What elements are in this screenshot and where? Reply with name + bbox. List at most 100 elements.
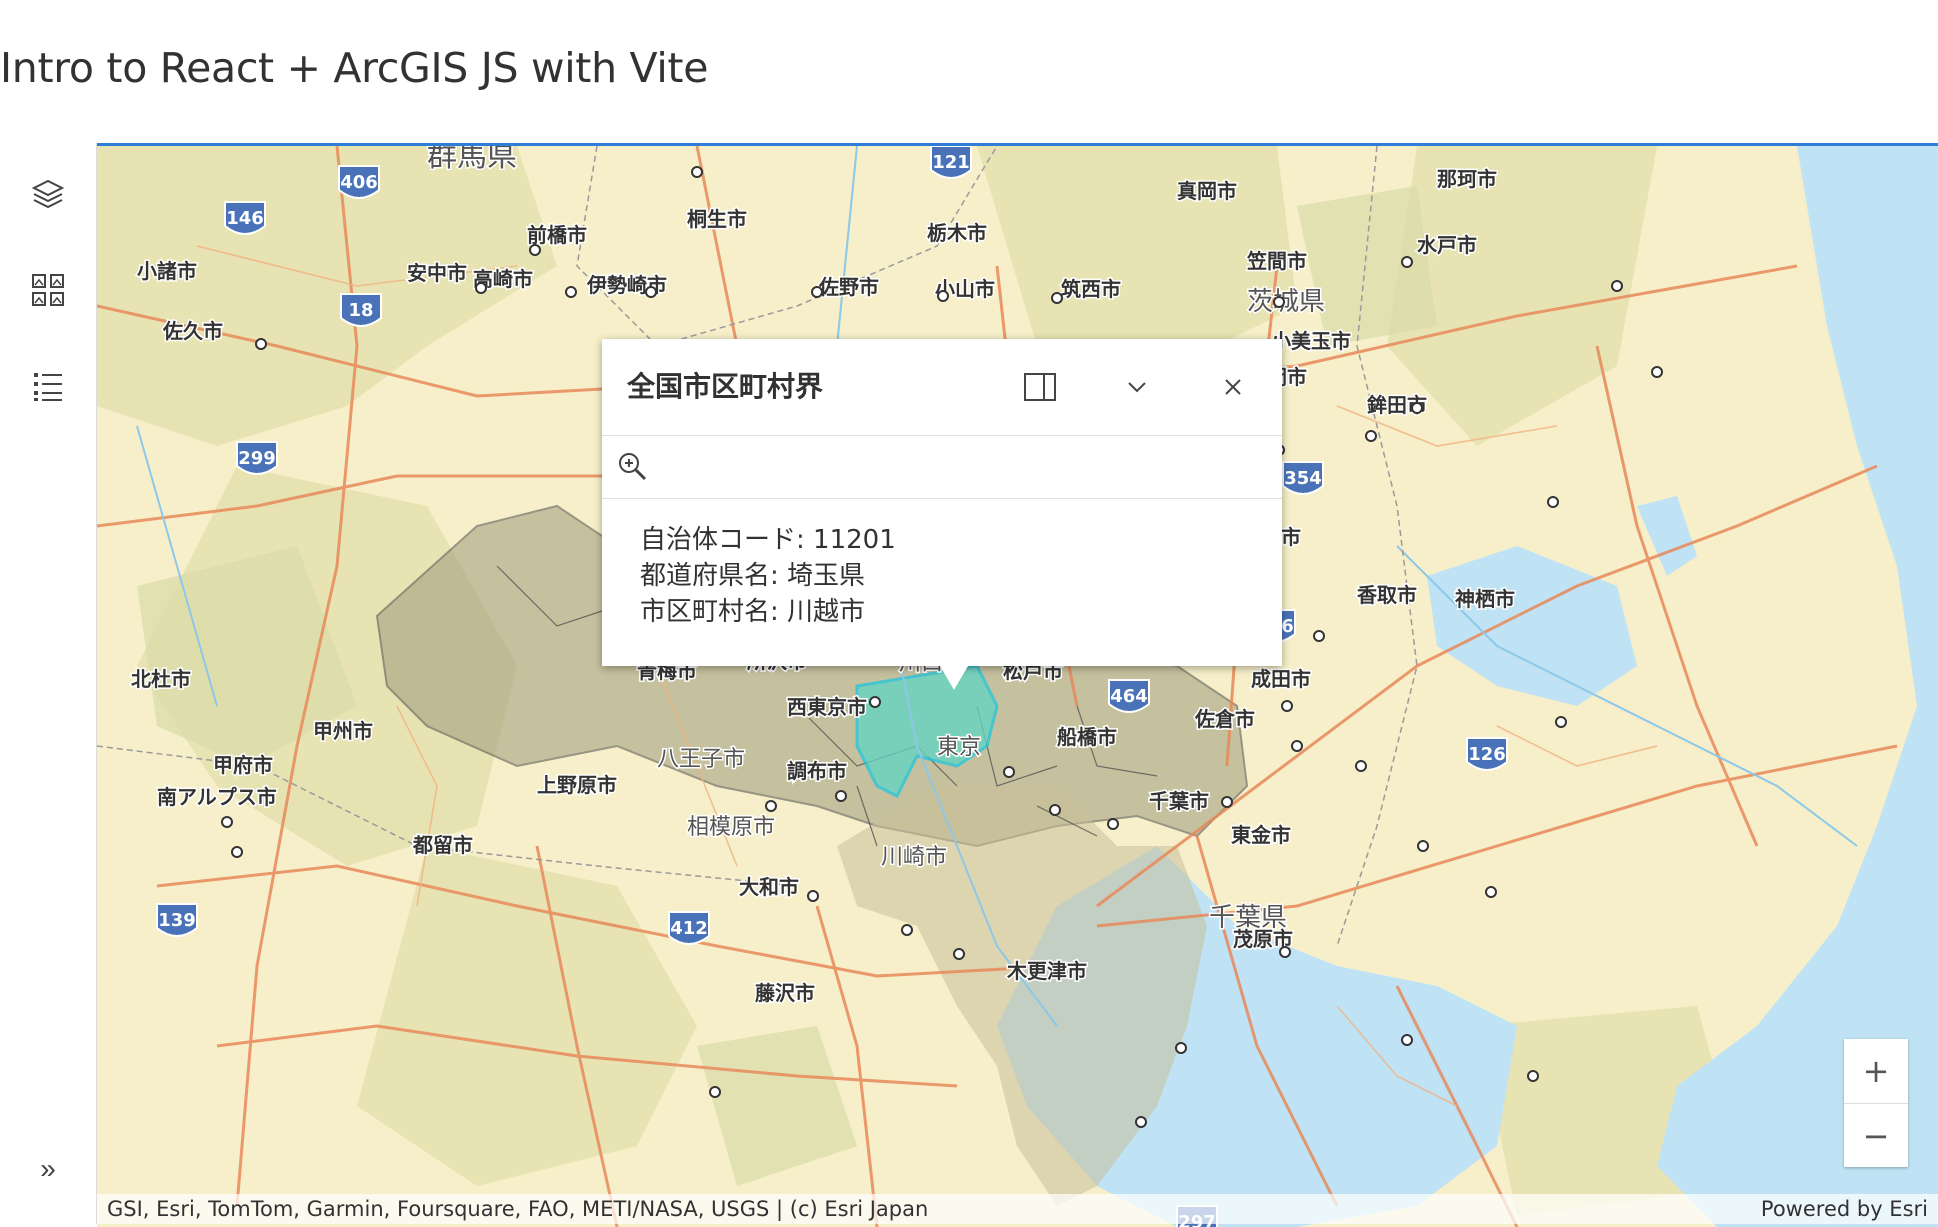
- city-marker: [1485, 886, 1497, 898]
- city-marker: [709, 1086, 721, 1098]
- collapse-button[interactable]: [1113, 363, 1161, 411]
- svg-text:299: 299: [238, 448, 276, 469]
- popup-title: 全国市区町村界: [627, 370, 824, 403]
- city-marker: [807, 890, 819, 902]
- place-label: 大和市: [739, 875, 799, 899]
- basemap[interactable]: 群馬県前橋市桐生市真岡市 那珂市栃木市 水戸市笠間市小諸市 安中市 高崎市 伊勢崎市 佐野市…: [97, 146, 1938, 1227]
- popup-field-municipality: 市区町村名: 川越市: [640, 597, 866, 627]
- popup-header: 全国市区町村界: [602, 339, 1282, 436]
- expand-button[interactable]: »: [20, 1141, 76, 1197]
- place-label: 群馬県: [427, 146, 517, 174]
- city-marker: [1221, 796, 1233, 808]
- city-marker: [1107, 818, 1119, 830]
- svg-text:146: 146: [226, 208, 264, 229]
- city-marker: [1135, 1116, 1147, 1128]
- route-shield: 406: [338, 165, 380, 199]
- city-marker: [901, 924, 913, 936]
- place-label: 小美玉市: [1271, 329, 1351, 353]
- svg-text:412: 412: [670, 918, 708, 939]
- place-label: 相模原市: [687, 815, 775, 840]
- zoom-control: + −: [1844, 1039, 1908, 1167]
- place-label: 水戸市: [1417, 233, 1477, 257]
- zoom-out-button[interactable]: −: [1844, 1104, 1908, 1168]
- attribution-bar: GSI, Esri, TomTom, Garmin, Foursquare, F…: [97, 1194, 1938, 1224]
- feature-popup: 全国市区町村界 自治体コード: 11201 都道府県名: 埼玉県 市区町村名: …: [602, 339, 1282, 690]
- place-label: 筑西市: [1061, 277, 1121, 301]
- city-marker: [565, 286, 577, 298]
- place-label: 都留市: [412, 833, 473, 857]
- place-label: 船橋市: [1057, 725, 1117, 749]
- zoom-in-button[interactable]: +: [1844, 1039, 1908, 1104]
- powered-by[interactable]: Powered by Esri: [1761, 1197, 1928, 1221]
- place-label: 香取市: [1357, 583, 1417, 607]
- place-label: 南アルプス市: [157, 785, 277, 809]
- city-marker: [1279, 946, 1291, 958]
- city-marker: [1611, 280, 1623, 292]
- basemap-gallery-button[interactable]: [20, 262, 76, 318]
- city-marker: [231, 846, 243, 858]
- route-shield: 18: [340, 293, 382, 327]
- city-marker: [691, 166, 703, 178]
- place-label: 真岡市: [1177, 179, 1237, 203]
- svg-text:121: 121: [932, 152, 970, 173]
- place-label: 藤沢市: [754, 981, 815, 1005]
- place-label: 東京: [937, 735, 981, 760]
- map-view[interactable]: 群馬県 前橋市 桐生市 真岡市 那珂市 栃木市 水戸市 笠間市 小諸市 安中市 高崎市 伊勢崎市 佐野市…: [97, 143, 1938, 1227]
- city-marker: [1401, 1034, 1413, 1046]
- city-marker: [529, 244, 541, 256]
- basemap-gallery-icon: [32, 274, 64, 306]
- city-marker: [1555, 716, 1567, 728]
- attribution-text[interactable]: GSI, Esri, TomTom, Garmin, Foursquare, F…: [107, 1197, 928, 1221]
- svg-text:139: 139: [158, 910, 196, 931]
- place-label: 茨城県: [1247, 287, 1325, 317]
- city-marker: [1355, 760, 1367, 772]
- place-label: 千葉市: [1149, 789, 1209, 813]
- place-label: 北杜市: [131, 667, 191, 691]
- route-shield: 299: [236, 441, 278, 475]
- city-marker: [1365, 430, 1377, 442]
- svg-text:126: 126: [1468, 744, 1506, 765]
- city-marker: [765, 800, 777, 812]
- route-shield: 121: [930, 146, 972, 179]
- city-marker: [255, 338, 267, 350]
- city-marker: [1417, 840, 1429, 852]
- city-marker: [1411, 402, 1423, 414]
- place-label: 佐倉市: [1194, 707, 1255, 731]
- place-label: 甲府市: [213, 753, 273, 777]
- popup-pointer: [940, 666, 968, 690]
- place-label: 上野原市: [537, 773, 617, 797]
- layers-icon: [31, 179, 65, 209]
- dock-icon: [1024, 373, 1056, 401]
- place-label: 川崎市: [881, 845, 947, 870]
- dock-button[interactable]: [1016, 363, 1064, 411]
- place-label: 栃木市: [927, 221, 987, 245]
- close-icon: [1225, 379, 1241, 395]
- popup-field-code: 自治体コード: 11201: [640, 525, 896, 555]
- city-marker: [645, 286, 657, 298]
- place-label: 安中市: [407, 261, 467, 285]
- layers-button[interactable]: [20, 166, 76, 222]
- app-header: Intro to React + ArcGIS JS with Vite: [0, 0, 1938, 143]
- city-marker: [811, 286, 823, 298]
- place-label: 調布市: [787, 759, 847, 783]
- svg-text:406: 406: [340, 172, 378, 193]
- legend-button[interactable]: [20, 358, 76, 414]
- route-shield: 146: [224, 201, 266, 235]
- city-marker: [869, 696, 881, 708]
- route-shield: 412: [668, 911, 710, 945]
- place-label: 前橋市: [527, 223, 587, 247]
- chevron-down-icon: [1128, 382, 1146, 393]
- zoom-to-button[interactable]: [616, 450, 652, 486]
- place-label: 成田市: [1251, 667, 1311, 691]
- close-button[interactable]: [1209, 363, 1257, 411]
- place-label: 東金市: [1231, 823, 1291, 847]
- app-shell: » 群馬県 前橋市 桐生市 真岡市 那珂市 栃木市 水戸市 笠間市 小諸市 安中…: [0, 143, 1938, 1227]
- svg-text:18: 18: [348, 300, 373, 321]
- popup-field-prefecture: 都道府県名: 埼玉県: [640, 561, 866, 591]
- place-label: 神栖市: [1455, 587, 1515, 611]
- place-label: 八王子市: [657, 747, 745, 772]
- svg-text:354: 354: [1284, 468, 1322, 489]
- city-marker: [835, 790, 847, 802]
- route-shield: 139: [156, 903, 198, 937]
- place-label: 木更津市: [1006, 959, 1087, 983]
